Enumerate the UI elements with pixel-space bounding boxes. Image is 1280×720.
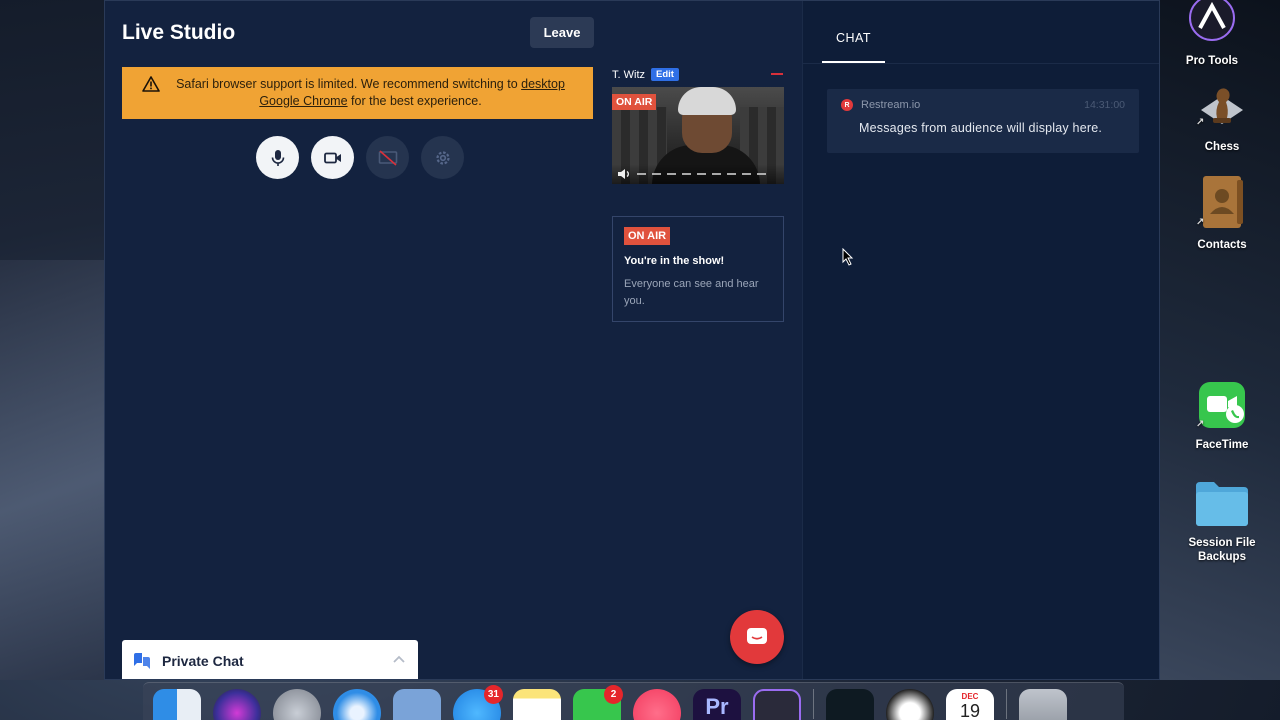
support-chat-button[interactable] (730, 610, 784, 664)
message-source: Restream.io (861, 99, 921, 111)
clock-app-icon[interactable] (886, 689, 934, 720)
desktop-wallpaper-left (0, 260, 110, 680)
edit-name-button[interactable]: Edit (651, 68, 679, 81)
media-controls (256, 136, 464, 179)
calendar-icon[interactable]: DEC 19 (946, 689, 994, 720)
macos-dock: 31 2 Pr DEC 19 (143, 682, 1124, 720)
chat-message-header: R Restream.io 14:31:00 (841, 99, 1125, 111)
desktop-icon-chess[interactable]: Chess ↗ (1182, 80, 1262, 154)
facetime-icon (1199, 382, 1245, 428)
waveform-app-icon[interactable] (826, 689, 874, 720)
messages-badge: 2 (604, 685, 623, 704)
tab-divider (803, 63, 1159, 64)
safari-icon[interactable] (333, 689, 381, 720)
app-store-icon[interactable]: 31 (453, 685, 503, 720)
chevron-up-icon[interactable] (392, 654, 406, 664)
video-person-hat (678, 87, 736, 115)
private-chat-icon (134, 652, 150, 669)
page-title: Live Studio (122, 21, 236, 44)
microphone-button[interactable] (256, 136, 299, 179)
desktop-label-session-file-backups: Session File Backups (1188, 537, 1256, 563)
trash-icon[interactable] (1019, 689, 1067, 720)
siri-icon[interactable] (213, 689, 261, 720)
desktop-label-facetime: FaceTime (1195, 439, 1249, 451)
private-chat-bar[interactable]: Private Chat (122, 640, 418, 679)
participant-name: T. Witz (612, 68, 645, 81)
chat-panel: CHAT R Restream.io 14:31:00 Messages fro… (802, 1, 1159, 679)
mail-badge: 31 (483, 685, 503, 704)
dock-divider (1006, 689, 1007, 719)
on-air-description: Everyone can see and hear you. (624, 278, 759, 307)
private-chat-label: Private Chat (162, 652, 244, 669)
mic-icon (271, 149, 284, 166)
screen-share-off-icon (378, 149, 397, 166)
participant-header: T. Witz Edit (612, 68, 679, 81)
dock-divider (813, 689, 814, 719)
studio-panel: Live Studio Leave Safari browser support… (105, 1, 802, 679)
settings-button[interactable] (421, 136, 464, 179)
restream-logo-icon: R (841, 99, 853, 111)
desktop-icon-contacts[interactable]: Contacts ↗ (1182, 174, 1262, 252)
gear-icon (435, 150, 450, 165)
tab-chat[interactable]: CHAT (822, 27, 885, 63)
messages-icon[interactable]: 2 (573, 685, 623, 720)
warning-text-after: for the best experience. (347, 94, 482, 108)
finder-icon[interactable] (153, 689, 201, 720)
speaker-icon (618, 169, 629, 179)
itunes-icon[interactable] (633, 689, 681, 720)
warning-text-before: Safari browser support is limited. We re… (176, 77, 522, 91)
camera-button[interactable] (311, 136, 354, 179)
live-indicator (771, 73, 783, 75)
premiere-pro-icon[interactable]: Pr (693, 689, 741, 720)
premiere-label: Pr (705, 694, 729, 719)
desktop-label-contacts: Contacts (1197, 239, 1247, 251)
desktop-icon-session-file-backups[interactable]: Session File Backups (1182, 478, 1262, 564)
desktop-icon-pro-tools[interactable]: Pro Tools (1172, 0, 1252, 68)
launchpad-icon[interactable] (273, 689, 321, 720)
restream-studio-window: Live Studio Leave Safari browser support… (104, 0, 1160, 680)
leave-button[interactable]: Leave (530, 17, 594, 48)
notes-icon[interactable] (513, 689, 561, 720)
pro-tools-dock-icon[interactable] (753, 689, 801, 720)
contacts-icon (1203, 176, 1243, 228)
pro-tools-icon (1189, 0, 1235, 41)
warning-icon (142, 76, 160, 92)
desktop-label-chess: Chess (1204, 141, 1240, 153)
alias-arrow-icon: ↗ (1196, 419, 1205, 430)
volume-meter[interactable] (612, 164, 784, 184)
browser-warning-banner: Safari browser support is limited. We re… (122, 67, 593, 119)
folder-icon (1196, 482, 1248, 526)
screen-share-button[interactable] (366, 136, 409, 179)
on-air-status-card: ON AIR You're in the show! Everyone can … (612, 216, 784, 322)
calendar-day: 19 (959, 701, 981, 720)
chat-bubble-icon (747, 628, 767, 644)
tile-on-air-badge: ON AIR (612, 94, 657, 110)
desktop-icon-facetime[interactable]: FaceTime ↗ (1182, 380, 1262, 452)
on-air-title: You're in the show! (624, 255, 725, 267)
desktop-label-pro-tools: Pro Tools (1185, 55, 1239, 67)
on-air-badge: ON AIR (624, 227, 671, 245)
calendar-month: DEC (961, 692, 979, 701)
mail-stamp-icon[interactable] (393, 689, 441, 720)
chess-icon (1201, 88, 1243, 124)
participant-video-tile[interactable]: ON AIR (612, 87, 784, 184)
message-timestamp: 14:31:00 (1084, 99, 1125, 111)
mouse-cursor-icon (842, 248, 854, 266)
alias-arrow-icon: ↗ (1196, 117, 1205, 128)
alias-arrow-icon: ↗ (1196, 217, 1205, 228)
video-camera-icon (323, 152, 341, 163)
chat-message: R Restream.io 14:31:00 Messages from aud… (827, 89, 1139, 153)
message-body: Messages from audience will display here… (859, 121, 1103, 135)
